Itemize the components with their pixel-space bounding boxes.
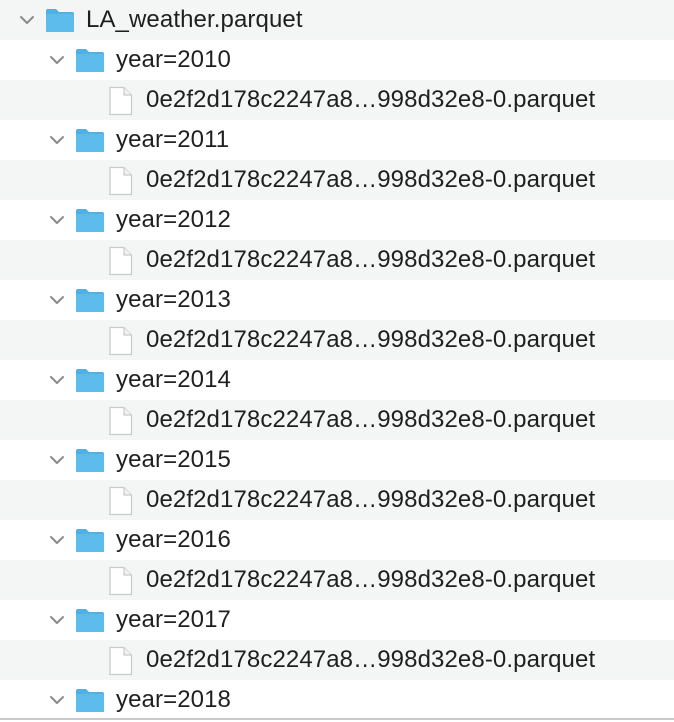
tree-row-folder[interactable]: year=2015 bbox=[0, 440, 674, 480]
tree-row-file[interactable]: 0e2f2d178c2247a8…998d32e8-0.parquet bbox=[0, 240, 674, 280]
folder-icon bbox=[75, 207, 105, 233]
folder-icon bbox=[75, 127, 105, 153]
tree-row-file[interactable]: 0e2f2d178c2247a8…998d32e8-0.parquet bbox=[0, 480, 674, 520]
folder-label: year=2012 bbox=[116, 206, 231, 233]
file-tree: LA_weather.parquet year=2010 0e2f2d178c22… bbox=[0, 0, 674, 720]
chevron-down-icon[interactable] bbox=[48, 451, 66, 469]
tree-row-file[interactable]: 0e2f2d178c2247a8…998d32e8-0.parquet bbox=[0, 640, 674, 680]
file-label: 0e2f2d178c2247a8…998d32e8-0.parquet bbox=[146, 486, 596, 513]
document-icon bbox=[107, 246, 133, 276]
folder-label: year=2018 bbox=[116, 686, 231, 713]
bottom-divider bbox=[0, 718, 674, 720]
folder-label: year=2011 bbox=[116, 126, 230, 153]
folder-icon bbox=[75, 367, 105, 393]
document-icon bbox=[107, 646, 133, 676]
tree-row-folder[interactable]: year=2018 bbox=[0, 680, 674, 720]
file-label: 0e2f2d178c2247a8…998d32e8-0.parquet bbox=[146, 406, 596, 433]
tree-row-folder[interactable]: year=2014 bbox=[0, 360, 674, 400]
chevron-down-icon[interactable] bbox=[48, 611, 66, 629]
tree-row-folder[interactable]: year=2011 bbox=[0, 120, 674, 160]
document-icon bbox=[107, 326, 133, 356]
chevron-down-icon[interactable] bbox=[48, 531, 66, 549]
tree-row-folder[interactable]: year=2016 bbox=[0, 520, 674, 560]
chevron-down-icon[interactable] bbox=[48, 211, 66, 229]
folder-label: year=2016 bbox=[116, 526, 231, 553]
tree-row-folder[interactable]: year=2010 bbox=[0, 40, 674, 80]
folder-icon bbox=[75, 287, 105, 313]
tree-row-folder[interactable]: year=2012 bbox=[0, 200, 674, 240]
document-icon bbox=[107, 406, 133, 436]
tree-row-folder[interactable]: year=2017 bbox=[0, 600, 674, 640]
tree-row-file[interactable]: 0e2f2d178c2247a8…998d32e8-0.parquet bbox=[0, 160, 674, 200]
folder-icon bbox=[75, 607, 105, 633]
file-label: 0e2f2d178c2247a8…998d32e8-0.parquet bbox=[146, 166, 596, 193]
folder-label: year=2015 bbox=[116, 446, 231, 473]
folder-icon bbox=[45, 7, 75, 33]
folder-icon bbox=[75, 447, 105, 473]
chevron-down-icon[interactable] bbox=[48, 371, 66, 389]
document-icon bbox=[107, 166, 133, 196]
chevron-down-icon[interactable] bbox=[48, 291, 66, 309]
tree-row-folder[interactable]: year=2013 bbox=[0, 280, 674, 320]
folder-icon bbox=[75, 47, 105, 73]
chevron-down-icon[interactable] bbox=[48, 131, 66, 149]
file-label: 0e2f2d178c2247a8…998d32e8-0.parquet bbox=[146, 566, 596, 593]
tree-row-file[interactable]: 0e2f2d178c2247a8…998d32e8-0.parquet bbox=[0, 400, 674, 440]
folder-label: year=2014 bbox=[116, 366, 231, 393]
chevron-down-icon[interactable] bbox=[48, 691, 66, 709]
document-icon bbox=[107, 86, 133, 116]
document-icon bbox=[107, 566, 133, 596]
folder-label: year=2010 bbox=[116, 46, 231, 73]
folder-label: year=2013 bbox=[116, 286, 231, 313]
file-label: 0e2f2d178c2247a8…998d32e8-0.parquet bbox=[146, 646, 596, 673]
document-icon bbox=[107, 486, 133, 516]
file-label: 0e2f2d178c2247a8…998d32e8-0.parquet bbox=[146, 326, 596, 353]
root-folder-label: LA_weather.parquet bbox=[86, 6, 303, 33]
file-label: 0e2f2d178c2247a8…998d32e8-0.parquet bbox=[146, 86, 596, 113]
folder-list: year=2010 0e2f2d178c2247a8…998d32e8-0.par… bbox=[0, 40, 674, 720]
chevron-down-icon[interactable] bbox=[48, 51, 66, 69]
tree-row-file[interactable]: 0e2f2d178c2247a8…998d32e8-0.parquet bbox=[0, 560, 674, 600]
tree-row-root[interactable]: LA_weather.parquet bbox=[0, 0, 674, 40]
folder-icon bbox=[75, 527, 105, 553]
tree-row-file[interactable]: 0e2f2d178c2247a8…998d32e8-0.parquet bbox=[0, 80, 674, 120]
chevron-down-icon[interactable] bbox=[18, 11, 36, 29]
folder-icon bbox=[75, 687, 105, 713]
file-label: 0e2f2d178c2247a8…998d32e8-0.parquet bbox=[146, 246, 596, 273]
tree-row-file[interactable]: 0e2f2d178c2247a8…998d32e8-0.parquet bbox=[0, 320, 674, 360]
folder-label: year=2017 bbox=[116, 606, 231, 633]
